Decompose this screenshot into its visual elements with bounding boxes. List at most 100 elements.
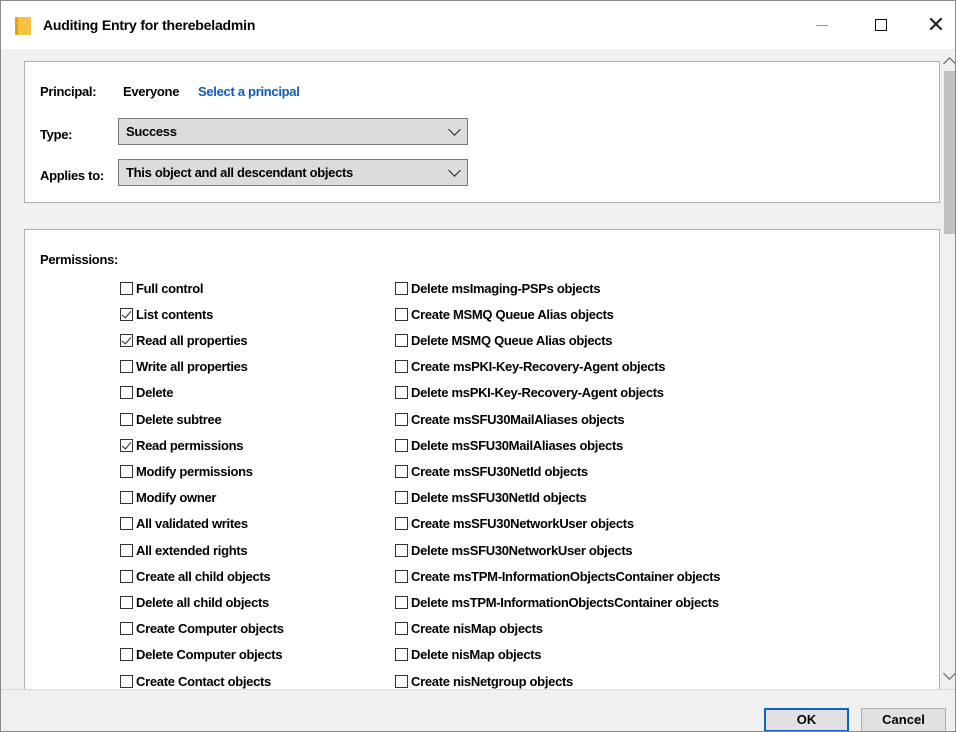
permission-item[interactable]: Create MSMQ Queue Alias objects xyxy=(395,304,614,324)
permission-label: Delete xyxy=(136,385,174,401)
permission-checkbox[interactable] xyxy=(395,307,408,321)
permission-checkbox[interactable] xyxy=(395,360,408,374)
permission-checkbox[interactable] xyxy=(120,491,133,505)
permission-item[interactable]: All validated writes xyxy=(120,514,248,534)
permission-checkbox[interactable] xyxy=(395,648,408,662)
permission-checkbox[interactable] xyxy=(120,595,133,609)
permission-item[interactable]: Write all properties xyxy=(120,357,248,377)
auditing-entry-window: Auditing Entry for therebeladmin ✕ Princ… xyxy=(0,0,956,732)
ok-button[interactable]: OK xyxy=(764,708,849,731)
principal-panel: Principal: Everyone Select a principal T… xyxy=(24,61,940,203)
permission-label: Delete msTPM-InformationObjectsContainer… xyxy=(411,594,719,610)
minimize-button[interactable] xyxy=(799,1,845,49)
permission-label: Delete msImaging-PSPs objects xyxy=(411,280,601,296)
permission-checkbox[interactable] xyxy=(395,569,408,583)
scrollbar-thumb[interactable] xyxy=(944,71,955,234)
permission-label: Create MSMQ Queue Alias objects xyxy=(411,306,614,322)
folder-icon xyxy=(15,17,31,35)
permission-checkbox[interactable] xyxy=(395,622,408,636)
permission-label: Read all properties xyxy=(136,332,248,348)
select-principal-link[interactable]: Select a principal xyxy=(198,84,300,99)
permission-item[interactable]: Delete all child objects xyxy=(120,592,269,612)
permission-item[interactable]: Delete msSFU30NetworkUser objects xyxy=(395,540,633,560)
permission-item[interactable]: Full control xyxy=(120,278,203,298)
permission-label: Delete all child objects xyxy=(136,594,269,610)
permission-item[interactable]: Delete MSMQ Queue Alias objects xyxy=(395,330,612,350)
type-select[interactable]: Success xyxy=(118,118,468,145)
permission-checkbox[interactable] xyxy=(120,648,133,662)
permission-checkbox[interactable] xyxy=(120,412,133,426)
permission-checkbox[interactable] xyxy=(395,464,408,478)
permission-checkbox[interactable] xyxy=(395,543,408,557)
chevron-down-icon xyxy=(448,164,461,177)
permission-checkbox[interactable] xyxy=(120,517,133,531)
permission-item[interactable]: Create msTPM-InformationObjectsContainer… xyxy=(395,566,721,586)
vertical-scrollbar[interactable] xyxy=(943,49,955,689)
permission-item[interactable]: Delete Computer objects xyxy=(120,645,283,665)
permission-label: Modify owner xyxy=(136,490,217,506)
chevron-down-icon xyxy=(448,123,461,136)
permission-checkbox[interactable] xyxy=(120,360,133,374)
permission-item[interactable]: Delete xyxy=(120,383,174,403)
permission-checkbox[interactable] xyxy=(395,517,408,531)
minimize-icon xyxy=(816,24,828,26)
permission-checkbox[interactable] xyxy=(120,543,133,557)
permission-item[interactable]: Modify owner xyxy=(120,488,216,508)
dialog-footer: OK Cancel xyxy=(1,689,955,731)
permission-label: Create msSFU30MailAliases objects xyxy=(411,411,625,427)
permission-checkbox[interactable] xyxy=(395,438,408,452)
permission-checkbox[interactable] xyxy=(395,674,408,688)
cancel-button[interactable]: Cancel xyxy=(861,708,946,731)
permission-item[interactable]: Create msSFU30MailAliases objects xyxy=(395,409,625,429)
permission-item[interactable]: Create Computer objects xyxy=(120,619,284,639)
permission-item[interactable]: Create msSFU30NetworkUser objects xyxy=(395,514,634,534)
permission-item[interactable]: Delete nisMap objects xyxy=(395,645,542,665)
title-bar[interactable]: Auditing Entry for therebeladmin ✕ xyxy=(1,1,955,49)
permission-item[interactable]: Create msSFU30NetId objects xyxy=(395,461,588,481)
permission-label: All extended rights xyxy=(136,542,248,558)
permission-label: Delete msSFU30NetworkUser objects xyxy=(411,542,633,558)
permission-checkbox[interactable] xyxy=(395,386,408,400)
permission-item[interactable]: All extended rights xyxy=(120,540,248,560)
applies-to-selected-value: This object and all descendant objects xyxy=(126,165,353,180)
permission-checkbox[interactable] xyxy=(120,674,133,688)
applies-to-select[interactable]: This object and all descendant objects xyxy=(118,159,468,186)
permission-label: List contents xyxy=(136,306,213,322)
permission-item[interactable]: Delete msImaging-PSPs objects xyxy=(395,278,601,298)
permission-item[interactable]: Read permissions xyxy=(120,435,243,455)
permission-item[interactable]: Read all properties xyxy=(120,330,248,350)
permission-item[interactable]: Create Contact objects xyxy=(120,671,271,691)
permission-checkbox[interactable] xyxy=(120,386,133,400)
permission-item[interactable]: Create nisNetgroup objects xyxy=(395,671,573,691)
permission-label: Create msSFU30NetworkUser objects xyxy=(411,516,634,532)
permission-item[interactable]: Create all child objects xyxy=(120,566,271,586)
permission-checkbox[interactable] xyxy=(120,333,133,347)
permission-checkbox[interactable] xyxy=(395,281,408,295)
scroll-up-icon[interactable] xyxy=(943,57,955,70)
permission-item[interactable]: Create msPKI-Key-Recovery-Agent objects xyxy=(395,357,665,377)
permission-item[interactable]: Delete msPKI-Key-Recovery-Agent objects xyxy=(395,383,664,403)
permission-checkbox[interactable] xyxy=(395,412,408,426)
permission-item[interactable]: Delete msTPM-InformationObjectsContainer… xyxy=(395,592,719,612)
close-button[interactable]: ✕ xyxy=(913,1,955,49)
permission-item[interactable]: List contents xyxy=(120,304,213,324)
permission-item[interactable]: Create nisMap objects xyxy=(395,619,543,639)
permission-item[interactable]: Delete msSFU30MailAliases objects xyxy=(395,435,623,455)
type-label: Type: xyxy=(40,127,73,142)
permission-checkbox[interactable] xyxy=(120,464,133,478)
permission-checkbox[interactable] xyxy=(395,491,408,505)
permission-checkbox[interactable] xyxy=(120,307,133,321)
permissions-panel: Permissions: Full control List contents Re… xyxy=(24,229,940,701)
scroll-down-icon[interactable] xyxy=(943,667,955,680)
permission-checkbox[interactable] xyxy=(395,595,408,609)
permission-checkbox[interactable] xyxy=(395,333,408,347)
permission-item[interactable]: Modify permissions xyxy=(120,461,253,481)
permission-checkbox[interactable] xyxy=(120,622,133,636)
permission-checkbox[interactable] xyxy=(120,438,133,452)
permission-checkbox[interactable] xyxy=(120,281,133,295)
maximize-button[interactable] xyxy=(858,1,904,49)
permission-label: Create Computer objects xyxy=(136,621,284,637)
permission-item[interactable]: Delete msSFU30NetId objects xyxy=(395,488,587,508)
permission-checkbox[interactable] xyxy=(120,569,133,583)
permission-item[interactable]: Delete subtree xyxy=(120,409,222,429)
